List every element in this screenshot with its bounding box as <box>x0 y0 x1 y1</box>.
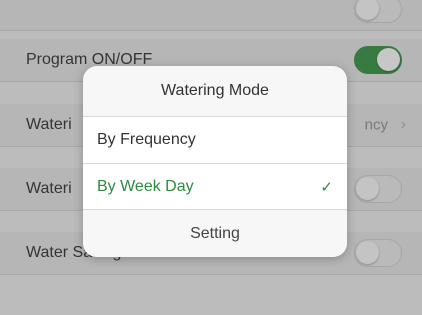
setting-button[interactable]: Setting <box>83 209 347 257</box>
watering-mode-sheet: Watering Mode By Frequency By Week Day ✓… <box>83 66 347 257</box>
option-label: By Frequency <box>97 131 196 148</box>
option-by-frequency[interactable]: By Frequency <box>83 116 347 163</box>
sheet-title: Watering Mode <box>161 82 269 99</box>
checkmark-icon: ✓ <box>320 179 333 196</box>
option-by-week-day[interactable]: By Week Day ✓ <box>83 163 347 210</box>
option-label: By Week Day <box>97 178 194 195</box>
